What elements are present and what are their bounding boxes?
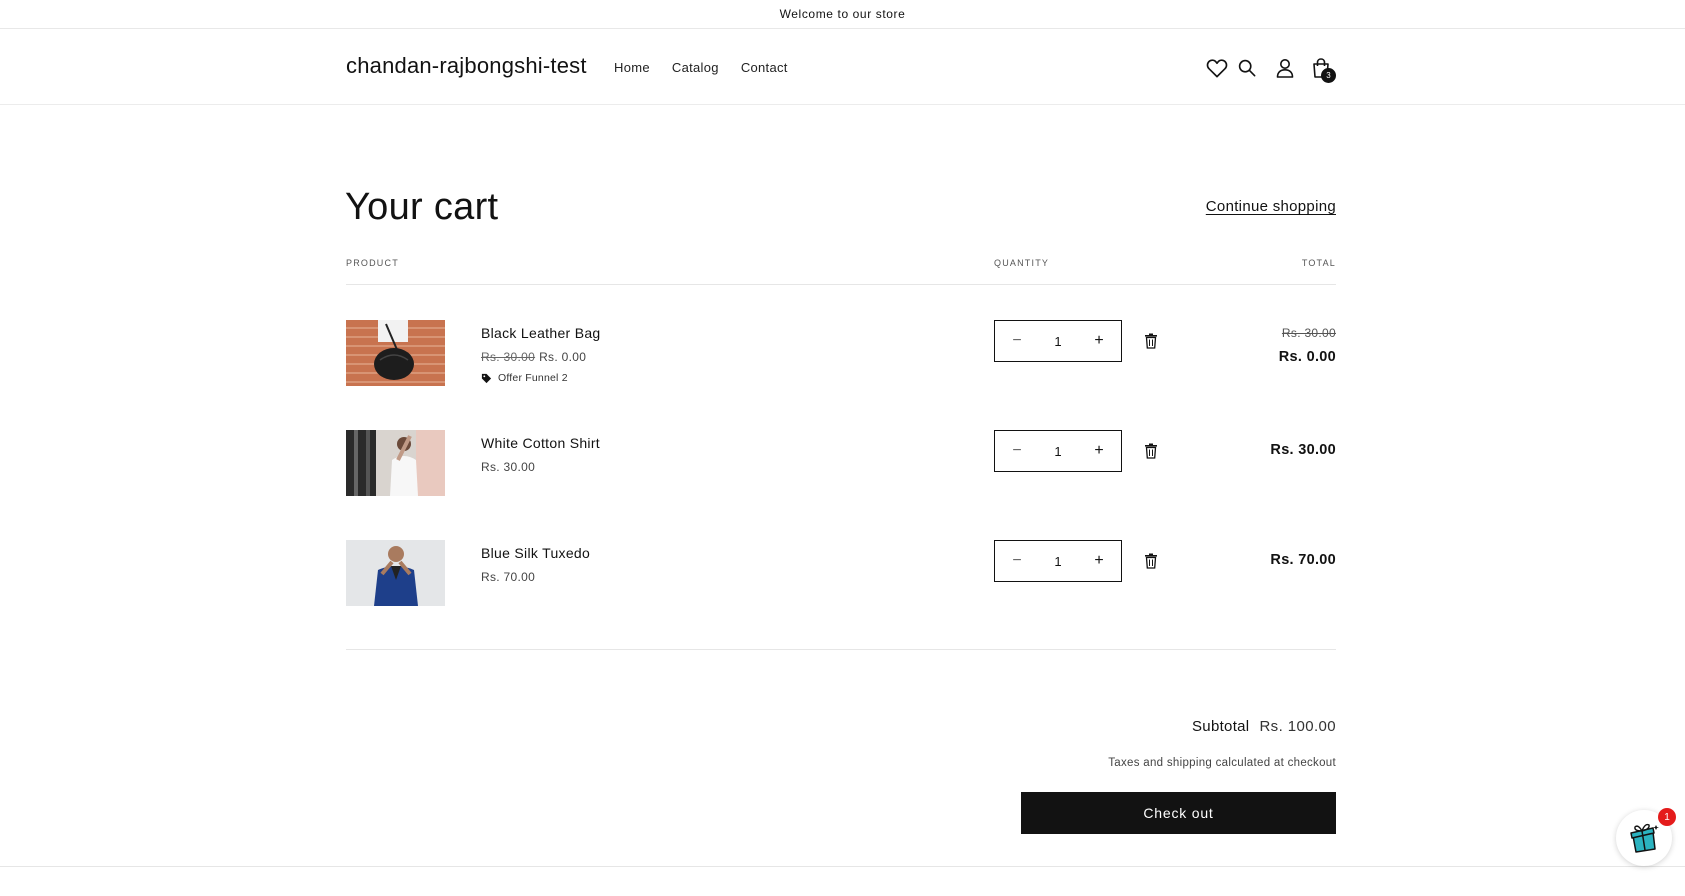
quantity-increase-button[interactable]: + bbox=[1089, 551, 1109, 571]
product-image-white-cotton-shirt[interactable] bbox=[346, 430, 445, 496]
page-title: Your cart bbox=[345, 186, 499, 228]
items-divider bbox=[346, 649, 1336, 650]
product-price: Rs. 70.00 bbox=[481, 570, 536, 584]
cart-item: Black Leather Bag Rs. 30.00 Rs. 0.00 Offe… bbox=[346, 320, 1336, 390]
header-icons: 3 bbox=[1204, 55, 1344, 83]
search-icon[interactable] bbox=[1234, 55, 1260, 81]
product-price: Rs. 30.00 bbox=[481, 460, 536, 474]
quantity-stepper: − + bbox=[994, 430, 1122, 472]
gift-widget-button[interactable]: 1 bbox=[1616, 808, 1676, 866]
offer-tag: Offer Funnel 2 bbox=[481, 372, 568, 384]
line-total: Rs. 30.00 bbox=[1270, 442, 1336, 458]
product-image-blue-silk-tuxedo[interactable] bbox=[346, 540, 445, 606]
continue-shopping-link[interactable]: Continue shopping bbox=[1206, 198, 1336, 215]
site-header: chandan-rajbongshi-test Home Catalog Con… bbox=[0, 29, 1685, 105]
nav-contact[interactable]: Contact bbox=[741, 60, 788, 75]
announcement-bar: Welcome to our store bbox=[0, 0, 1685, 29]
trash-icon[interactable] bbox=[1144, 553, 1160, 571]
product-image-black-leather-bag[interactable] bbox=[346, 320, 445, 386]
column-header-product: PRODUCT bbox=[346, 258, 399, 268]
quantity-stepper: − + bbox=[994, 320, 1122, 362]
checkout-button[interactable]: Check out bbox=[1021, 792, 1336, 834]
quantity-increase-button[interactable]: + bbox=[1089, 331, 1109, 351]
product-price-sale: Rs. 0.00 bbox=[539, 350, 587, 364]
tax-note: Taxes and shipping calculated at checkou… bbox=[1108, 757, 1336, 769]
quantity-stepper: − + bbox=[994, 540, 1122, 582]
quantity-input[interactable] bbox=[1038, 443, 1078, 459]
quantity-input[interactable] bbox=[1038, 553, 1078, 569]
nav-catalog[interactable]: Catalog bbox=[672, 60, 719, 75]
header-divider bbox=[346, 284, 1336, 285]
store-logo[interactable]: chandan-rajbongshi-test bbox=[346, 53, 587, 79]
subtotal-value: Rs. 100.00 bbox=[1259, 718, 1336, 735]
gift-icon bbox=[1630, 823, 1659, 853]
account-icon[interactable] bbox=[1272, 55, 1298, 81]
footer-divider bbox=[0, 866, 1685, 867]
main-nav: Home Catalog Contact bbox=[614, 60, 810, 75]
quantity-decrease-button[interactable]: − bbox=[1007, 441, 1027, 461]
product-name[interactable]: Blue Silk Tuxedo bbox=[481, 545, 590, 561]
subtotal-label: Subtotal bbox=[1192, 718, 1250, 735]
product-price-original: Rs. 30.00 bbox=[481, 350, 536, 364]
tag-icon bbox=[481, 373, 492, 383]
quantity-increase-button[interactable]: + bbox=[1089, 441, 1109, 461]
product-price: Rs. 30.00 Rs. 0.00 bbox=[481, 350, 586, 364]
line-total: Rs. 70.00 bbox=[1270, 552, 1336, 568]
quantity-decrease-button[interactable]: − bbox=[1007, 551, 1027, 571]
column-header-total: TOTAL bbox=[1301, 258, 1336, 268]
line-total: Rs. 0.00 bbox=[1278, 349, 1336, 365]
trash-icon[interactable] bbox=[1144, 333, 1160, 351]
column-header-quantity: QUANTITY bbox=[994, 258, 1050, 268]
product-name[interactable]: Black Leather Bag bbox=[481, 325, 601, 341]
line-total-original: Rs. 30.00 bbox=[1281, 326, 1336, 340]
cart-item: White Cotton Shirt Rs. 30.00 − + Rs. 30.… bbox=[346, 430, 1336, 500]
product-name[interactable]: White Cotton Shirt bbox=[481, 435, 600, 451]
nav-home[interactable]: Home bbox=[614, 60, 650, 75]
trash-icon[interactable] bbox=[1144, 443, 1160, 461]
cart-icon[interactable]: 3 bbox=[1308, 55, 1336, 83]
cart-item: Blue Silk Tuxedo Rs. 70.00 − + Rs. 70.00 bbox=[346, 540, 1336, 610]
quantity-decrease-button[interactable]: − bbox=[1007, 331, 1027, 351]
widget-badge: 1 bbox=[1658, 808, 1676, 826]
quantity-input[interactable] bbox=[1038, 333, 1078, 349]
announcement-text: Welcome to our store bbox=[779, 7, 906, 21]
heart-icon[interactable] bbox=[1204, 55, 1230, 81]
offer-label: Offer Funnel 2 bbox=[498, 372, 568, 384]
cart-count-badge: 3 bbox=[1321, 68, 1336, 83]
